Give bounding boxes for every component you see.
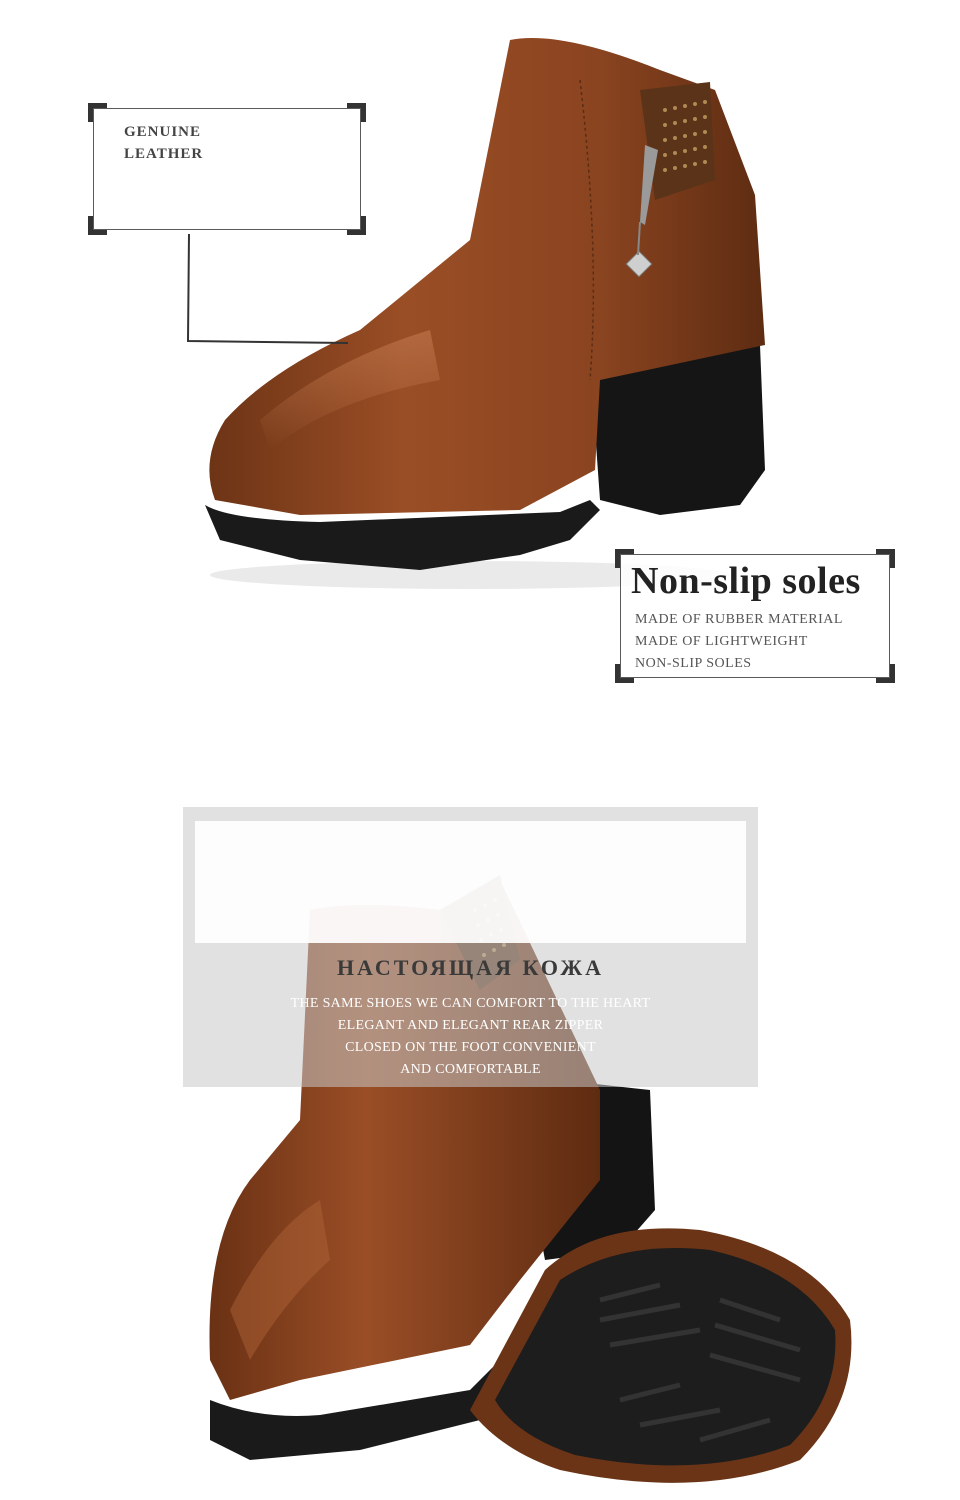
corner-bracket — [347, 103, 366, 122]
genuine-leather-line-1: GENUINE — [124, 124, 202, 140]
non-slip-title: Non-slip soles — [631, 560, 861, 602]
banner-description: THE SAME SHOES WE CAN COMFORT TO THE HEA… — [183, 993, 758, 1081]
non-slip-callout: Non-slip soles MADE OF RUBBER MATERIAL M… — [615, 549, 895, 683]
non-slip-description: MADE OF RUBBER MATERIAL MADE OF LIGHTWEI… — [635, 609, 843, 675]
banner-line: AND COMFORTABLE — [400, 1062, 541, 1077]
callout-leader-line — [186, 233, 349, 344]
non-slip-line: NON-SLIP SOLES — [635, 656, 752, 671]
genuine-leather-label: GENUINE LEATHER — [124, 121, 203, 165]
banner-line: CLOSED ON THE FOOT CONVENIENT — [345, 1040, 596, 1055]
genuine-leather-callout: GENUINE LEATHER — [88, 103, 366, 235]
non-slip-line: MADE OF LIGHTWEIGHT — [635, 634, 808, 649]
banner-line: THE SAME SHOES WE CAN COMFORT TO THE HEA… — [290, 996, 651, 1011]
banner-title: НАСТОЯЩАЯ КОЖА — [336, 955, 605, 980]
genuine-leather-line-2: LEATHER — [124, 146, 204, 162]
corner-bracket — [88, 103, 107, 122]
banner-blank-panel — [195, 821, 746, 943]
corner-bracket — [88, 216, 107, 235]
corner-bracket — [876, 549, 895, 568]
non-slip-line: MADE OF RUBBER MATERIAL — [635, 612, 843, 627]
corner-bracket — [615, 664, 634, 683]
corner-bracket — [876, 664, 895, 683]
banner-line: ELEGANT AND ELEGANT REAR ZIPPER — [337, 1018, 604, 1033]
feature-banner: НАСТОЯЩАЯ КОЖА THE SAME SHOES WE CAN COM… — [183, 807, 758, 1087]
